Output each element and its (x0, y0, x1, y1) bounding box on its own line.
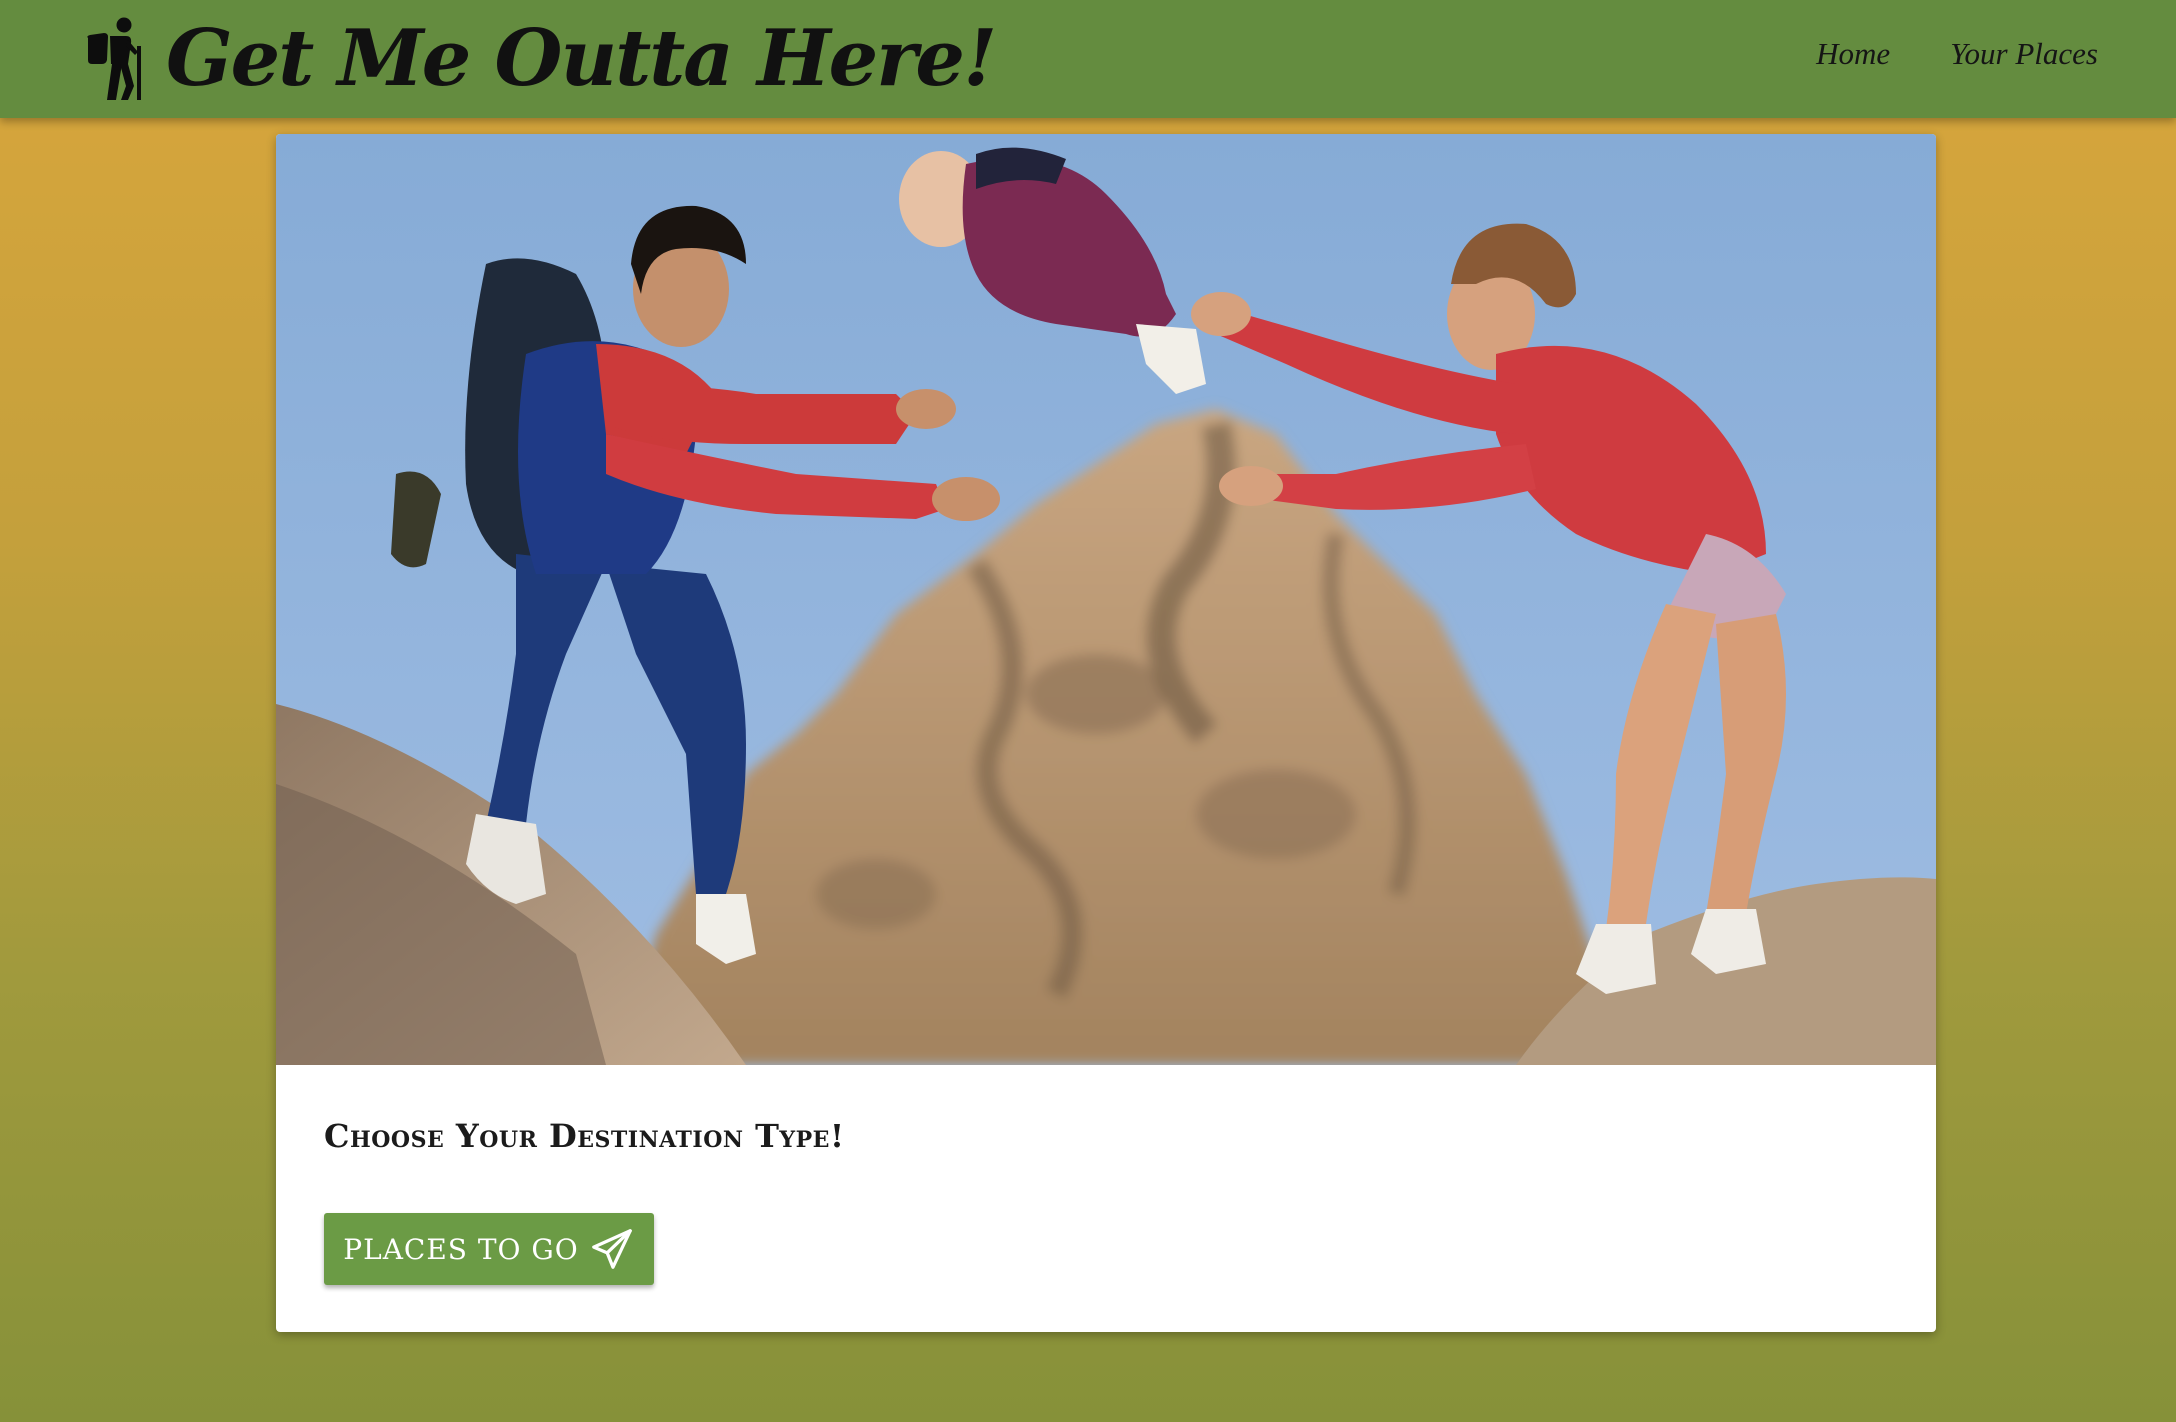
hero-image (276, 134, 1936, 1065)
hiker-icon (87, 17, 141, 100)
places-to-go-label: PLACES TO GO (343, 1232, 579, 1266)
nav-link-your-places[interactable]: Your Places (1950, 36, 2098, 72)
card-content: Choose Your Destination Type! PLACES TO … (276, 1065, 1936, 1332)
brand-title: Get Me Outta Here! (166, 13, 997, 104)
navbar: Get Me Outta Here! Home Your Places (0, 0, 2176, 118)
nav-links: Home Your Places (1816, 0, 2098, 108)
paper-plane-icon (591, 1229, 632, 1269)
destination-card: Choose Your Destination Type! PLACES TO … (276, 134, 1936, 1332)
nav-link-home[interactable]: Home (1816, 36, 1890, 72)
card-title: Choose Your Destination Type! (324, 1117, 845, 1155)
brand-link[interactable]: Get Me Outta Here! (82, 0, 997, 118)
places-to-go-button[interactable]: PLACES TO GO (324, 1213, 654, 1285)
